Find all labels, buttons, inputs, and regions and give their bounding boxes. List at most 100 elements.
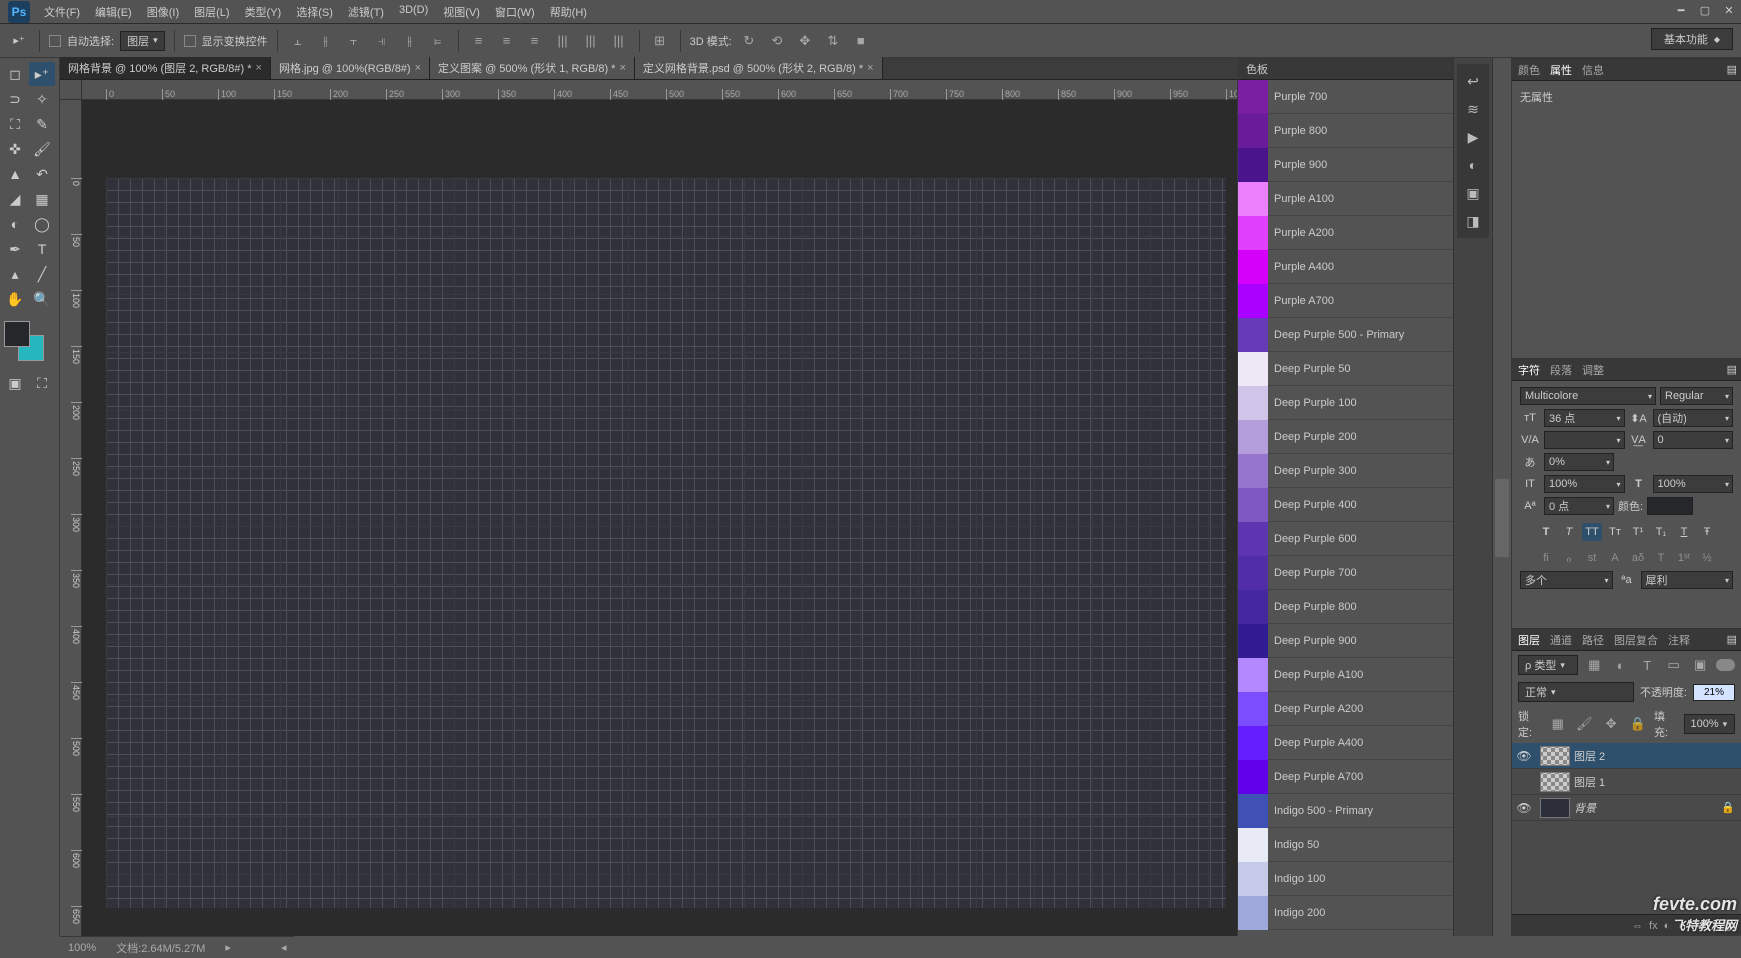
eyedropper-tool[interactable]: ✎ [29, 112, 55, 136]
swatches-panel-title[interactable]: 色板 [1238, 58, 1453, 80]
notes-panel-icon[interactable]: ◨ [1462, 210, 1484, 232]
layer-visibility-icon[interactable]: 👁 [1512, 749, 1536, 763]
foreground-color-swatch[interactable] [4, 321, 30, 347]
swatch-item[interactable]: Purple A100 [1238, 182, 1453, 216]
3d-pan-icon[interactable]: ✥ [794, 30, 816, 52]
quick-mask-icon[interactable]: ▣ [2, 371, 28, 395]
swatches-scrollbar[interactable] [1494, 478, 1510, 558]
window-close-icon[interactable]: ✕ [1717, 0, 1741, 20]
opentype-fi[interactable]: fi [1536, 549, 1556, 567]
leading-field[interactable]: (自动) [1653, 409, 1734, 427]
menu-编辑(E)[interactable]: 编辑(E) [89, 2, 138, 22]
document-tab[interactable]: 网格.jpg @ 100%(RGB/8#)× [271, 57, 430, 79]
swatch-item[interactable]: Indigo 50 [1238, 828, 1453, 862]
bold-button[interactable]: T [1536, 523, 1556, 541]
language-select[interactable]: 多个 [1520, 571, 1613, 589]
history-brush-tool[interactable]: ↶ [29, 162, 55, 186]
swatch-item[interactable]: Indigo 500 - Primary [1238, 794, 1453, 828]
menu-图像(I)[interactable]: 图像(I) [141, 2, 185, 22]
link-layers-icon[interactable]: ⇔ [1632, 920, 1643, 932]
actions-panel-icon[interactable]: ≋ [1462, 98, 1484, 120]
distribute-vcenter-icon[interactable]: ≡ [496, 30, 518, 52]
panel-menu-icon[interactable]: ▤ [1727, 633, 1737, 646]
align-vcenter-icon[interactable]: ⫲ [315, 30, 337, 52]
layer-row[interactable]: 图层 1 [1512, 769, 1741, 795]
tab-color[interactable]: 颜色 [1518, 62, 1540, 78]
opentype-half[interactable]: ½ [1697, 549, 1717, 567]
align-hcenter-icon[interactable]: ⫲ [399, 30, 421, 52]
lock-position-icon[interactable]: ✥ [1601, 713, 1622, 735]
filter-adjustment-icon[interactable]: ◐ [1610, 654, 1630, 676]
tab-properties[interactable]: 属性 [1550, 62, 1572, 78]
baseline-field[interactable]: 0 点 [1544, 497, 1614, 515]
play-panel-icon[interactable]: ▶ [1462, 126, 1484, 148]
brush-tool[interactable]: 🖌 [29, 137, 55, 161]
smallcaps-button[interactable]: Tᴛ [1605, 523, 1625, 541]
zoom-tool[interactable]: 🔍 [29, 287, 55, 311]
hand-tool[interactable]: ✋ [2, 287, 28, 311]
layer-thumbnail[interactable] [1540, 798, 1570, 818]
3d-orbit-icon[interactable]: ↻ [738, 30, 760, 52]
layer-visibility-icon[interactable]: 👁 [1512, 801, 1536, 815]
3d-roll-icon[interactable]: ⟲ [766, 30, 788, 52]
status-arrow-icon[interactable]: ▸ [225, 941, 231, 954]
vscale-field[interactable]: 100% [1653, 475, 1734, 493]
crop-tool[interactable]: ⛶ [2, 112, 28, 136]
swatch-item[interactable]: Deep Purple 100 [1238, 386, 1453, 420]
show-transform-checkbox[interactable] [184, 35, 196, 47]
layer-row[interactable]: 👁背景🔒 [1512, 795, 1741, 821]
align-left-icon[interactable]: ⫣ [371, 30, 393, 52]
panel-menu-icon[interactable]: ▤ [1727, 63, 1737, 76]
layer-row[interactable]: 👁 图层 2 [1512, 743, 1741, 769]
opentype-st[interactable]: st [1582, 549, 1602, 567]
swatch-item[interactable]: Indigo 100 [1238, 862, 1453, 896]
pen-tool[interactable]: ✒ [2, 237, 28, 261]
tab-channels[interactable]: 通道 [1550, 632, 1572, 648]
canvas[interactable] [82, 100, 1237, 936]
distribute-right-icon[interactable]: ||| [608, 30, 630, 52]
opentype-1st[interactable]: 1ˢᵗ [1674, 549, 1694, 567]
swatch-item[interactable]: Purple 700 [1238, 80, 1453, 114]
window-minimize-icon[interactable]: ━ [1669, 0, 1693, 20]
tab-layer-comps[interactable]: 图层复合 [1614, 632, 1658, 648]
subscript-button[interactable]: T₁ [1651, 523, 1671, 541]
document-tab[interactable]: 定义网格背景.psd @ 500% (形状 2, RGB/8) *× [635, 57, 883, 79]
brush-panel-icon[interactable]: ◐ [1462, 154, 1484, 176]
underline-button[interactable]: T [1674, 523, 1694, 541]
path-selection-tool[interactable]: ▴ [2, 262, 28, 286]
document-tab[interactable]: 网格背景 @ 100% (图层 2, RGB/8#) *× [60, 57, 271, 79]
lock-image-icon[interactable]: 🖌 [1574, 713, 1595, 735]
menu-帮助(H)[interactable]: 帮助(H) [544, 2, 593, 22]
layer-name[interactable]: 图层 2 [1574, 748, 1605, 764]
status-arrow-left-icon[interactable]: ◂ [281, 941, 287, 954]
3d-slide-icon[interactable]: ⇅ [822, 30, 844, 52]
marquee-tool[interactable]: ◻ [2, 62, 28, 86]
swatch-item[interactable]: Deep Purple A100 [1238, 658, 1453, 692]
align-top-icon[interactable]: ⫠ [287, 30, 309, 52]
menu-图层(L)[interactable]: 图层(L) [188, 2, 235, 22]
font-size-field[interactable]: 36 点 [1544, 409, 1625, 427]
tab-close-icon[interactable]: × [256, 62, 262, 74]
opentype-T[interactable]: T [1651, 549, 1671, 567]
move-tool[interactable]: ▸⁺ [29, 62, 55, 86]
align-bottom-icon[interactable]: ⫟ [343, 30, 365, 52]
swatch-item[interactable]: Deep Purple A400 [1238, 726, 1453, 760]
swatch-item[interactable]: Purple 800 [1238, 114, 1453, 148]
distribute-left-icon[interactable]: ||| [552, 30, 574, 52]
swatch-item[interactable]: Deep Purple A200 [1238, 692, 1453, 726]
menu-类型(Y)[interactable]: 类型(Y) [239, 2, 288, 22]
filter-smart-icon[interactable]: ▣ [1690, 654, 1710, 676]
auto-select-checkbox[interactable] [49, 35, 61, 47]
zoom-readout[interactable]: 100% [68, 942, 96, 954]
ruler-origin[interactable] [60, 80, 82, 100]
opentype-A[interactable]: A [1605, 549, 1625, 567]
detail-field[interactable]: 0% [1544, 453, 1614, 471]
font-style-select[interactable]: Regular [1660, 387, 1733, 405]
line-tool[interactable]: ╱ [29, 262, 55, 286]
swatch-item[interactable]: Indigo 200 [1238, 896, 1453, 930]
layer-name[interactable]: 图层 1 [1574, 774, 1605, 790]
tab-paths[interactable]: 路径 [1582, 632, 1604, 648]
swatch-item[interactable]: Deep Purple 800 [1238, 590, 1453, 624]
lock-all-icon[interactable]: 🔒 [1627, 713, 1648, 735]
color-swatch[interactable] [4, 321, 44, 361]
